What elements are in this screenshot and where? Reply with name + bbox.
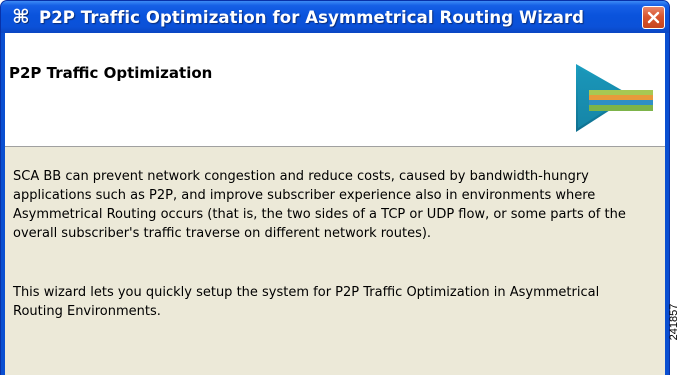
page-title: P2P Traffic Optimization (9, 64, 213, 82)
intro-text: SCA BB can prevent network congestion an… (13, 169, 626, 241)
wizard-arrow-graphic (576, 64, 653, 132)
wizard-window: ⌘ P2P Traffic Optimization for Asymmetri… (0, 0, 670, 375)
close-icon (647, 11, 660, 24)
wizard-header: P2P Traffic Optimization (5, 33, 665, 147)
window-title: P2P Traffic Optimization for Asymmetrica… (39, 7, 585, 27)
wizard-content: SCA BB can prevent network congestion an… (5, 147, 665, 375)
figure-id-text: 241857 (668, 303, 680, 341)
figure-id-label: 241857 (666, 292, 682, 352)
close-button[interactable] (642, 6, 665, 29)
wizard-description-text: This wizard lets you quickly setup the s… (13, 285, 600, 319)
title-bar[interactable]: ⌘ P2P Traffic Optimization for Asymmetri… (1, 1, 669, 33)
command-key-icon: ⌘ (12, 6, 30, 28)
